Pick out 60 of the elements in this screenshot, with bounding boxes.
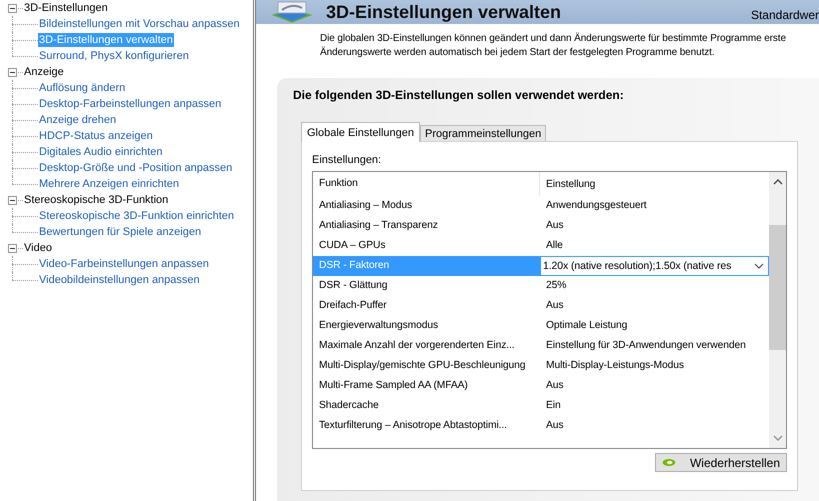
scrollbar-thumb[interactable]: [769, 225, 786, 350]
value-cell-text: Ein: [545, 399, 562, 413]
tab[interactable]: Globale Einstellungen: [301, 122, 420, 142]
tree-item[interactable]: Video-Farbeinstellungen anpassen: [38, 257, 210, 271]
function-cell[interactable]: DSR - Glättung: [313, 276, 540, 296]
value-cell-text: Aus: [545, 219, 564, 233]
collapse-icon[interactable]: [8, 244, 17, 252]
description-text: Die globalen 3D-Einstellungen können geändert und dann Änderungswerte für bestimmte Programme erste: [320, 32, 787, 46]
value-cell-text: Optimale Leistung: [545, 319, 628, 333]
tree-group-label[interactable]: Video: [24, 242, 52, 254]
function-cell[interactable]: Multi-Frame Sampled AA (MFAA): [313, 376, 540, 396]
column-header[interactable]: Einstellung: [540, 178, 769, 190]
tree-item[interactable]: Bewertungen für Spiele anzeigen: [38, 225, 202, 239]
collapse-icon[interactable]: [8, 4, 17, 12]
value-cell-text: 25%: [545, 279, 568, 293]
function-cell[interactable]: Dreifach-Puffer: [313, 296, 540, 316]
tree-item[interactable]: Stereoskopische 3D-Funktion einrichten: [38, 209, 236, 223]
scroll-up-icon[interactable]: [772, 179, 782, 185]
value-cell-text: Aus: [545, 419, 564, 433]
tree-item[interactable]: Auflösung ändern: [38, 81, 126, 95]
collapse-icon[interactable]: [8, 68, 17, 76]
chevron-down-icon: [754, 263, 764, 269]
function-cell[interactable]: Shadercache: [313, 396, 540, 416]
settings-label: Einstellungen:: [312, 154, 382, 166]
collapse-icon[interactable]: [8, 196, 17, 204]
function-cell[interactable]: Texturfilterung – Anisotrope Abtastoptimi...: [313, 416, 540, 436]
description-text: Änderungswerte werden automatisch bei jedem Start der festgelegten Programme benutzt.: [320, 46, 716, 60]
eye-logo-icon: [662, 457, 676, 468]
tree-item[interactable]: Videobildeinstellungen anpassen: [38, 273, 201, 287]
function-cell[interactable]: Energieverwaltungsmodus: [313, 316, 540, 336]
tree-item[interactable]: Bildeinstellungen mit Vorschau anpassen: [38, 17, 241, 31]
tab[interactable]: Programmeinstellungen: [420, 125, 546, 141]
tree-item[interactable]: Desktop-Farbeinstellungen anpassen: [38, 97, 222, 111]
function-cell[interactable]: Multi-Display/gemischte GPU-Beschleunigung: [313, 356, 540, 376]
value-cell-text: Aus: [545, 299, 564, 313]
restore-defaults-link[interactable]: Standardwer: [750, 8, 819, 22]
value-cell-text: Alle: [545, 239, 564, 253]
restore-button[interactable]: Wiederherstellen: [655, 453, 787, 472]
column-header[interactable]: Funktion: [313, 172, 540, 196]
value-cell-text: Einstellung für 3D-Anwendungen verwenden: [545, 339, 747, 353]
value-dropdown[interactable]: 1.20x (native resolution);1.50x (native res: [540, 256, 769, 276]
tree-item[interactable]: Anzeige drehen: [38, 113, 118, 127]
value-cell-text: Multi-Display-Leistungs-Modus: [545, 359, 685, 373]
function-cell[interactable]: Antialiasing – Modus: [313, 196, 540, 216]
tree-group-label[interactable]: Anzeige: [24, 66, 64, 78]
tree-item[interactable]: Surround, PhysX konfigurieren: [38, 49, 190, 63]
tree-group-label[interactable]: Stereoskopische 3D-Funktion: [24, 194, 168, 206]
tree-group-label[interactable]: 3D-Einstellungen: [24, 2, 108, 14]
page-title: 3D-Einstellungen verwalten: [326, 2, 562, 22]
function-cell[interactable]: Maximale Anzahl der vorgerenderten Einz...: [313, 336, 540, 356]
tree-item[interactable]: Mehrere Anzeigen einrichten: [38, 177, 180, 191]
value-cell-text: Aus: [545, 379, 564, 393]
panel-heading: Die folgenden 3D-Einstellungen sollen verwendet werden:: [293, 88, 625, 102]
function-cell[interactable]: CUDA – GPUs: [313, 236, 540, 256]
tree-item[interactable]: Desktop-Größe und -Position anpassen: [38, 161, 234, 175]
function-cell[interactable]: Antialiasing – Transparenz: [313, 216, 540, 236]
tree-item[interactable]: HDCP-Status anzeigen: [38, 129, 154, 143]
scrollbar[interactable]: [769, 172, 786, 448]
value-cell-text: Anwendungsgesteuert: [545, 199, 648, 213]
tree-item[interactable]: Digitales Audio einrichten: [38, 145, 164, 159]
